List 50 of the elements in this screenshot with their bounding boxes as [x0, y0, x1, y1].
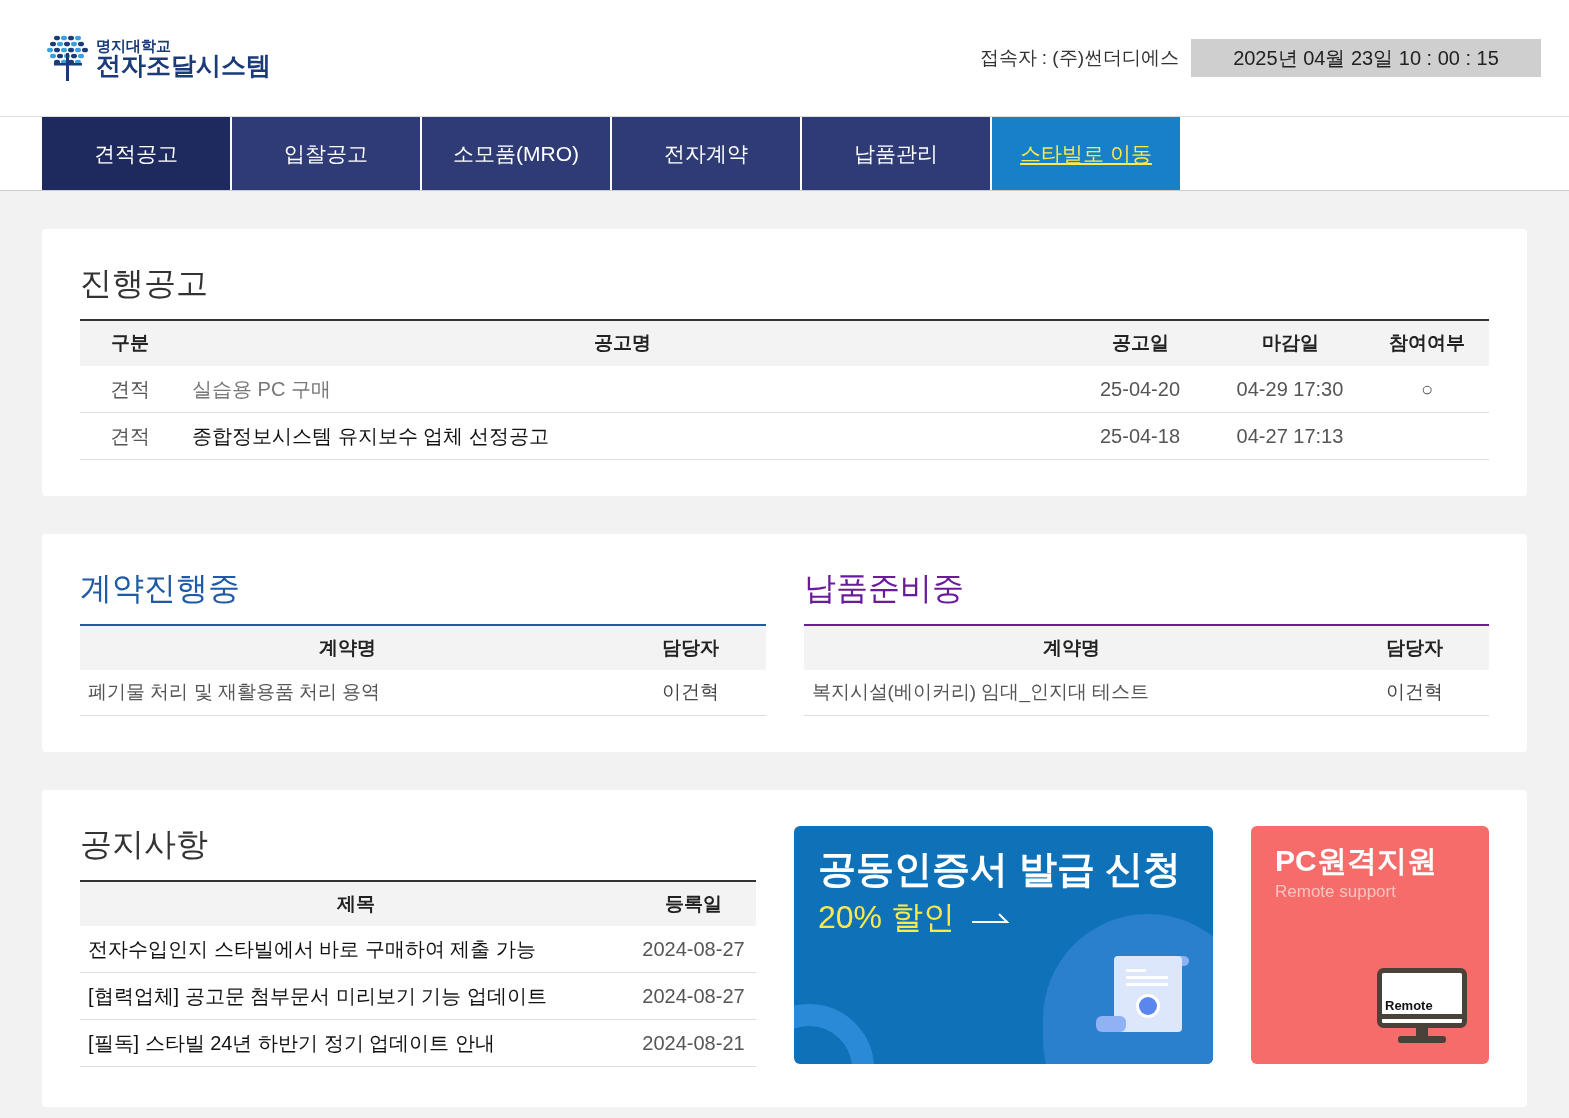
column-header: 계약명 — [803, 624, 1339, 670]
section-title: 계약진행중 — [80, 568, 241, 608]
table-cell: 이건혁 — [615, 670, 766, 715]
column-header: 제목 — [80, 880, 631, 926]
logo-title: 전자조달시스템 — [96, 53, 271, 78]
column-header: 담당자 — [1339, 624, 1489, 670]
column-header: 참여여부 — [1365, 320, 1489, 366]
table-cell: 2024-08-21 — [631, 1019, 756, 1067]
banner-subtitle: Remote support — [1275, 881, 1397, 903]
remote-support-banner[interactable]: PC원격지원 Remote support Remote — [1251, 825, 1489, 1064]
participation-mark: ○ — [1420, 377, 1434, 400]
column-header: 등록일 — [631, 880, 756, 926]
table-cell: 04-27 17:13 — [1215, 412, 1365, 459]
section-title: 공지사항 — [80, 824, 209, 864]
column-header: 공고명 — [180, 320, 1065, 366]
table-cell[interactable]: [협력업체] 공고문 첨부문서 미리보기 기능 업데이트 — [80, 972, 631, 1020]
nav-tab[interactable]: 입찰공고 — [232, 117, 420, 190]
certificate-banner[interactable]: 공동인증서 발급 신청 20% 할인 — [794, 825, 1213, 1064]
datetime-display: 2025년 04월 23일 10 : 00 : 15 — [1191, 39, 1541, 77]
table-cell[interactable]: 종합정보시스템 유지보수 업체 선정공고 — [180, 412, 1065, 459]
table-cell: 이건혁 — [1339, 670, 1489, 715]
user-label: 접속자 : (주)썬더디에스 — [979, 45, 1179, 70]
table-cell: 견적 — [80, 412, 180, 459]
table-cell: 2024-08-27 — [631, 972, 756, 1020]
section-title: 납품준비중 — [803, 568, 965, 608]
logo-subtitle: 명지대학교 — [96, 38, 171, 53]
table-cell: 2024-08-27 — [631, 926, 756, 973]
table-cell[interactable]: [필독] 스타빌 24년 하반기 정기 업데이트 안내 — [80, 1019, 631, 1067]
banner-title: 공동인증서 발급 신청 — [818, 846, 1183, 892]
nav-tab[interactable]: 소모품(MRO) — [422, 117, 610, 190]
table-cell: 04-29 17:30 — [1215, 365, 1365, 412]
table-cell: 견적 — [80, 365, 180, 412]
table-cell[interactable]: 복지시설(베이커리) 임대_인지대 테스트 — [803, 670, 1339, 715]
column-header: 공고일 — [1065, 320, 1215, 366]
discount-text: 20% 할인 — [818, 898, 955, 937]
table-cell[interactable]: 폐기물 처리 및 재활용품 처리 용역 — [80, 670, 616, 715]
nav-tab[interactable]: 견적공고 — [42, 117, 230, 190]
nav-tab[interactable]: 납품관리 — [802, 117, 990, 190]
screen-label: Remote — [1385, 998, 1433, 1012]
table-cell: 25-04-20 — [1065, 365, 1215, 412]
banner-title: PC원격지원 — [1275, 842, 1438, 879]
table-cell[interactable]: 실습용 PC 구매 — [180, 365, 1065, 412]
table-cell[interactable]: 전자수입인지 스타빌에서 바로 구매하여 제출 가능 — [80, 926, 631, 973]
section-title: 진행공고 — [80, 264, 209, 303]
table-cell: 25-04-18 — [1065, 412, 1215, 459]
column-header: 구분 — [80, 320, 180, 366]
nav-tab[interactable]: 전자계약 — [612, 117, 800, 190]
column-header: 마감일 — [1215, 320, 1365, 366]
column-header: 계약명 — [80, 624, 616, 670]
column-header: 담당자 — [615, 624, 766, 670]
